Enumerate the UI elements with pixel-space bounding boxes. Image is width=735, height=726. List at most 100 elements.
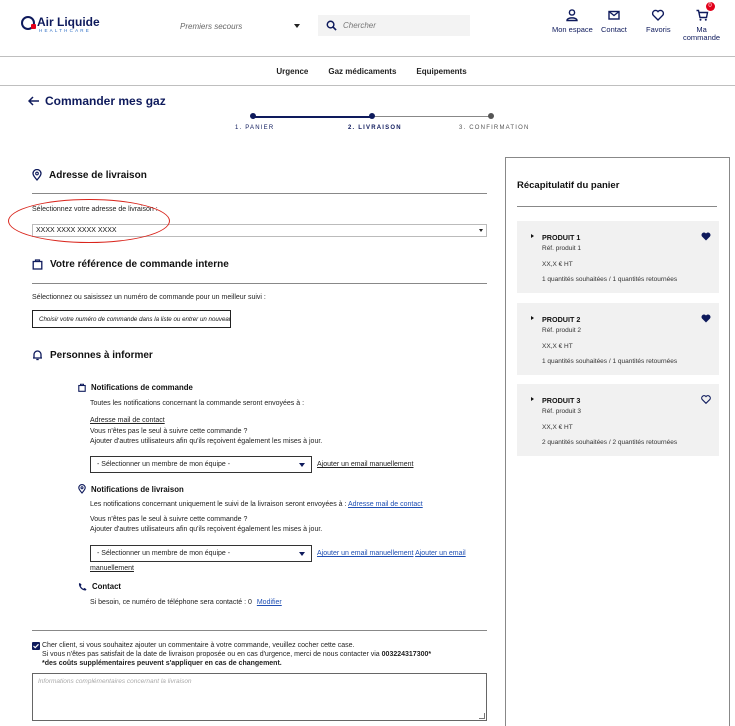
heart-filled-icon[interactable] — [701, 314, 711, 323]
comment-checkbox[interactable] — [32, 642, 40, 650]
product-card: PRODUIT 3 Réf. produit 3 XX,X € HT 2 qua… — [517, 384, 719, 456]
my-account-button[interactable]: Mon espace — [552, 8, 593, 34]
product-name: PRODUIT 2 — [542, 315, 581, 324]
resize-handle-icon[interactable] — [479, 713, 485, 719]
chevron-down-icon — [299, 551, 305, 556]
air-liquide-logo[interactable]: Air Liquide HEALTHCARE — [21, 15, 100, 33]
site-header: Air Liquide HEALTHCARE Premiers secours … — [0, 0, 735, 57]
product-price: XX,X € HT — [542, 261, 573, 268]
expand-arrow-icon[interactable] — [531, 397, 534, 401]
order-notifications-heading: Notifications de commande — [78, 383, 193, 392]
product-quantity: 2 quantités souhaitées / 2 quantités ret… — [542, 439, 678, 446]
logo-name: Air Liquide — [37, 15, 100, 29]
order-member-select[interactable]: - Sélectionner un membre de mon équipe - — [90, 456, 312, 473]
search-icon — [326, 20, 337, 31]
phone-icon — [78, 582, 87, 591]
delivery-add-email-link-2[interactable]: Ajouter un email — [415, 550, 466, 557]
comment-consent-text: Cher client, si vous souhaitez ajouter u… — [42, 641, 431, 668]
step-1-dot — [250, 113, 256, 119]
cart-summary-panel: Récapitulatif du panier PRODUIT 1 Réf. p… — [505, 157, 730, 726]
expand-arrow-icon[interactable] — [531, 316, 534, 320]
comment-line-2-text: Si vous n'êtes pas satisfait de la date … — [42, 651, 382, 658]
people-title: Personnes à informer — [50, 349, 153, 361]
bell-icon — [33, 350, 42, 361]
contact-label: Contact — [601, 25, 627, 34]
my-order-button[interactable]: 0 Ma commande — [683, 2, 721, 42]
order-member-select-value: - Sélectionner un membre de mon équipe - — [97, 461, 231, 468]
delivery-add-users-text: Ajouter d'autres utilisateurs afin qu'il… — [90, 526, 323, 533]
bag-icon — [32, 259, 43, 270]
delivery-add-email-links: Ajouter un email manuellement Ajouter un… — [317, 549, 466, 559]
delivery-member-select[interactable]: - Sélectionner un membre de mon équipe - — [90, 545, 312, 562]
product-quantity: 1 quantités souhaitées / 1 quantités ret… — [542, 358, 678, 365]
contact-title: Contact — [92, 582, 122, 591]
heart-filled-icon[interactable] — [701, 232, 711, 241]
step-1-label: 1. PANIER — [235, 125, 275, 131]
my-order-label-line2: commande — [683, 33, 721, 42]
nav-item-gaz-medicaments[interactable]: Gaz médicaments — [328, 67, 396, 76]
location-pin-icon — [78, 484, 86, 494]
modify-phone-link[interactable]: Modifier — [257, 599, 282, 606]
divider — [32, 283, 487, 284]
search-input[interactable]: Chercher — [318, 15, 470, 36]
internal-reference-heading: Votre référence de commande interne — [32, 258, 229, 270]
delivery-notifications-title: Notifications de livraison — [91, 484, 184, 494]
comment-line-3: *des coûts supplémentaires peuvent s'app… — [42, 660, 282, 667]
search-placeholder: Chercher — [343, 21, 376, 30]
divider — [32, 193, 487, 194]
internal-reference-hint: Sélectionnez ou saisissez un numéro de c… — [32, 294, 266, 301]
highlight-annotation — [8, 199, 170, 243]
delivery-add-email-link-2-cont[interactable]: manuellement — [90, 564, 134, 574]
step-3-dot — [488, 113, 494, 119]
product-name: PRODUIT 1 — [542, 233, 581, 242]
heart-outline-icon[interactable] — [701, 395, 711, 404]
order-contact-email-link[interactable]: Adresse mail de contact — [90, 416, 165, 426]
comment-textarea[interactable]: Informations complémentaires concernant … — [32, 673, 487, 721]
contact-heading: Contact — [78, 582, 121, 591]
stepper-progress — [253, 116, 372, 118]
chevron-down-icon — [294, 24, 300, 28]
back-arrow-icon[interactable] — [28, 96, 40, 106]
order-add-users-text: Ajouter d'autres utilisateurs afin qu'il… — [90, 438, 323, 445]
contact-button[interactable]: Contact — [601, 8, 627, 34]
internal-reference-title: Votre référence de commande interne — [50, 258, 229, 270]
user-icon — [566, 9, 579, 22]
divider — [32, 630, 487, 631]
location-pin-icon — [32, 169, 42, 181]
delivery-contact-email-link[interactable]: Adresse mail de contact — [348, 501, 423, 508]
cart-icon — [696, 9, 708, 21]
product-quantity: 1 quantités souhaitées / 1 quantités ret… — [542, 276, 678, 283]
main-nav: Urgence Gaz médicaments Equipements — [0, 57, 735, 86]
nav-item-equipements[interactable]: Equipements — [416, 67, 466, 76]
contact-text-row: Si besoin, ce numéro de téléphone sera c… — [90, 598, 282, 608]
product-price: XX,X € HT — [542, 424, 573, 431]
delivery-notifications-text-row: Les notifications concernant uniquement … — [90, 500, 423, 510]
nav-item-urgence[interactable]: Urgence — [276, 67, 308, 76]
product-name: PRODUIT 3 — [542, 396, 581, 405]
product-ref: Réf. produit 3 — [542, 408, 582, 415]
page-title: Commander mes gaz — [45, 94, 166, 108]
delivery-member-select-value: - Sélectionner un membre de mon équipe - — [97, 550, 231, 557]
expand-arrow-icon[interactable] — [531, 234, 534, 238]
product-ref: Réf. produit 1 — [542, 245, 582, 252]
delivery-notifications-heading: Notifications de livraison — [78, 484, 184, 494]
order-notifications-text: Toutes les notifications concernant la c… — [90, 400, 305, 407]
comment-line-1: Cher client, si vous souhaitez ajouter u… — [42, 642, 355, 649]
mail-icon — [608, 10, 620, 20]
order-add-email-link[interactable]: Ajouter un email manuellement — [317, 460, 414, 470]
favorites-label: Favoris — [646, 25, 671, 34]
heart-icon — [652, 9, 665, 21]
check-icon — [33, 643, 39, 649]
product-card: PRODUIT 1 Réf. produit 1 XX,X € HT 1 qua… — [517, 221, 719, 293]
delivery-add-email-link[interactable]: Ajouter un email manuellement — [317, 550, 414, 557]
logo-mark-icon — [21, 16, 36, 30]
favorites-button[interactable]: Favoris — [646, 8, 671, 34]
cart-count-badge: 0 — [705, 2, 715, 11]
step-2-label: 2. LIVRAISON — [348, 125, 402, 131]
category-select[interactable]: Premiers secours — [176, 16, 304, 36]
comment-line-2: Si vous n'êtes pas satisfait de la date … — [42, 650, 431, 659]
order-number-input[interactable]: Choisir votre numéro de commande dans la… — [32, 310, 231, 328]
delivery-address-heading: Adresse de livraison — [32, 169, 147, 181]
order-not-alone-text: Vous n'êtes pas le seul à suivre cette c… — [90, 428, 248, 435]
chevron-down-icon — [299, 462, 305, 467]
